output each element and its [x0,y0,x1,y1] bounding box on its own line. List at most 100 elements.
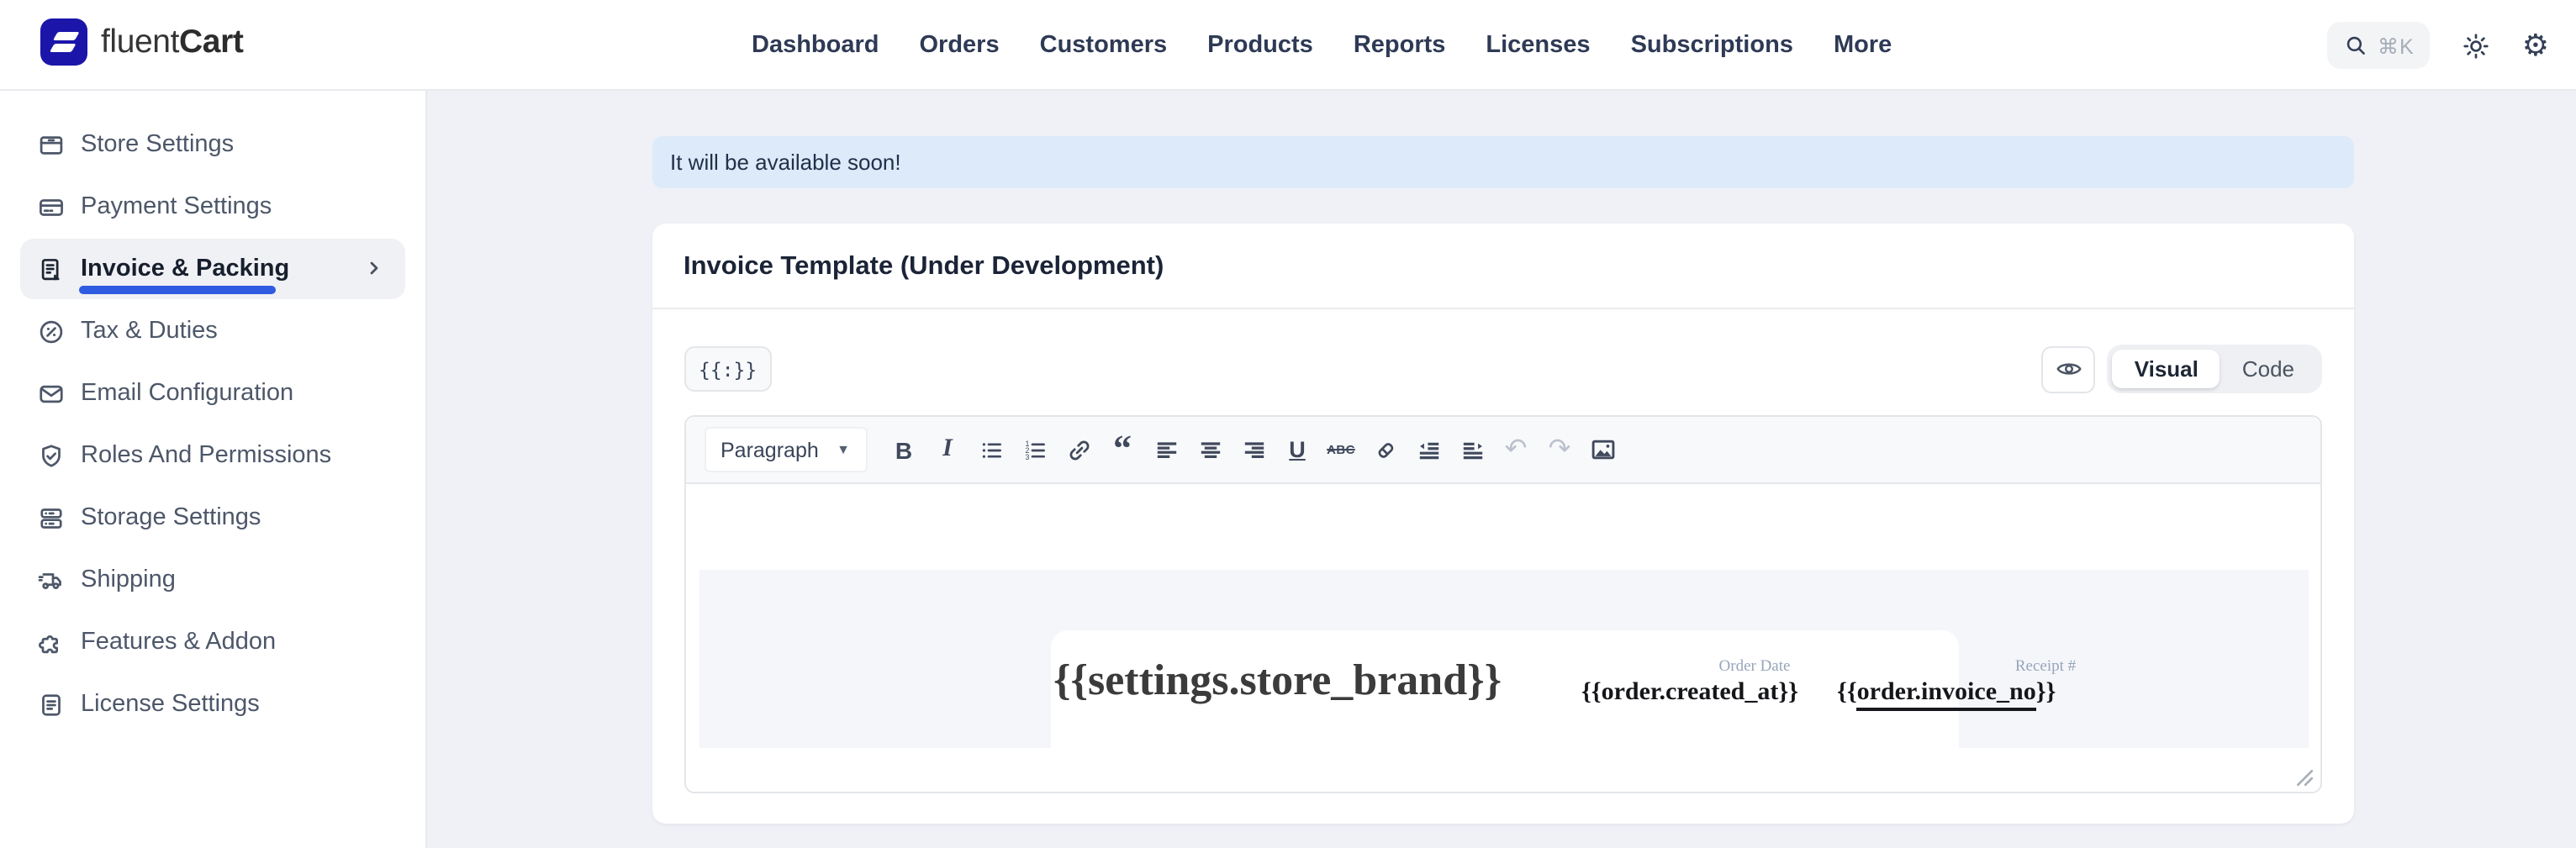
sidebar-item-payment-settings[interactable]: Payment Settings [20,176,405,237]
outdent-button[interactable] [1407,427,1450,472]
nav-item-products[interactable]: Products [1207,32,1313,59]
invoice-number-underlined: order.invoice_no [1857,679,2036,710]
align-left-icon [1153,436,1180,463]
order-date-placeholder: {{order.created_at}} [1546,679,1798,708]
strikethrough-button[interactable]: ABC [1319,427,1363,472]
store-brand-placeholder: {{settings.store_brand}} [1053,656,1502,706]
bullet-list-button[interactable] [969,427,1013,472]
theme-toggle-button[interactable] [2462,31,2490,60]
resize-handle[interactable] [2294,768,2313,787]
sidebar-item-label: Shipping [81,566,176,593]
sidebar-item-storage-settings[interactable]: Storage Settings [20,487,405,548]
align-left-button[interactable] [1144,427,1188,472]
indent-button[interactable] [1450,427,1494,472]
underline-icon: U [1289,437,1306,462]
chevron-right-icon [362,255,387,281]
settings-button[interactable]: ⚙ [2522,30,2549,61]
invoice-number-prefix: {{ [1837,679,1857,706]
brand-name-regular: fluent [101,23,179,60]
svg-text:3: 3 [1025,452,1029,461]
editor-canvas[interactable]: {{settings.store_brand}} Order Date {{or… [685,484,2320,792]
percent-circle-icon [37,317,66,345]
nav-item-reports[interactable]: Reports [1354,32,1446,59]
outdent-icon [1415,436,1442,463]
sidebar-item-features-addon[interactable]: Features & Addon [20,612,405,672]
search-icon [2342,32,2369,59]
gear-icon: ⚙ [2522,30,2549,61]
sidebar-item-roles-permissions[interactable]: Roles And Permissions [20,425,405,486]
brand-logo[interactable]: fluentCart [40,18,243,66]
sidebar-item-license-settings[interactable]: License Settings [20,674,405,735]
editor-view-tools: Visual Code [2042,345,2321,393]
template-editor: Paragraph ▼ B I 123 [684,415,2321,793]
preview-button[interactable] [2042,345,2096,392]
brand-name: fluentCart [101,23,243,61]
shortcode-picker-button[interactable]: {{:}} [684,346,772,392]
nav-item-orders[interactable]: Orders [920,32,1000,59]
clear-formatting-button[interactable] [1363,427,1407,472]
sidebar-item-tax-duties[interactable]: Tax & Duties [20,301,405,361]
eye-icon [2055,355,2083,383]
invoice-number-placeholder: {{order.invoice_no}} [1837,679,2056,708]
align-right-button[interactable] [1232,427,1275,472]
sidebar-item-label: Storage Settings [81,504,261,531]
insert-image-button[interactable] [1581,427,1625,472]
sidebar-item-label: Email Configuration [81,380,293,407]
top-bar: fluentCart Dashboard Orders Customers Pr… [0,0,2576,91]
truck-icon [37,566,66,594]
link-button[interactable] [1057,427,1101,472]
paragraph-style-value: Paragraph [721,438,819,461]
sidebar-item-store-settings[interactable]: Store Settings [20,114,405,175]
note-icon [37,690,66,719]
top-actions: ⌘K ⚙ [2327,0,2549,91]
card-header: Invoice Template (Under Development) [652,224,2353,309]
active-item-underline [79,286,276,294]
italic-button[interactable]: I [926,427,969,472]
bullet-list-icon [978,436,1005,463]
receipt-number-label: Receipt # [1945,659,2146,676]
store-icon [37,130,66,159]
info-banner: It will be available soon! [652,136,2353,188]
sidebar-item-shipping[interactable]: Shipping [20,550,405,610]
mail-icon [37,379,66,408]
underline-button[interactable]: U [1275,427,1319,472]
page-title: Invoice Template (Under Development) [684,252,2321,282]
search-shortcut-label: ⌘K [2378,33,2415,58]
top-nav: Dashboard Orders Customers Products Repo… [752,0,1892,91]
main-content: It will be available soon! Invoice Templ… [429,91,2576,848]
puzzle-icon [37,628,66,656]
blockquote-button[interactable]: “ [1101,427,1144,472]
sidebar-item-invoice-packing[interactable]: Invoice & Packing [20,239,405,299]
redo-icon: ↷ [1549,436,1571,463]
sidebar-item-label: Invoice & Packing [81,255,289,282]
card-body: {{:}} Visual Code [652,309,2353,824]
order-date-label: Order Date [1654,659,1855,676]
visual-code-toggle: Visual Code [2108,345,2321,393]
tab-code[interactable]: Code [2220,350,2316,388]
undo-button[interactable]: ↶ [1494,427,1538,472]
sidebar-item-email-configuration[interactable]: Email Configuration [20,363,405,424]
numbered-list-button[interactable]: 123 [1013,427,1057,472]
app-root: fluentCart Dashboard Orders Customers Pr… [0,0,2576,848]
nav-item-subscriptions[interactable]: Subscriptions [1631,32,1793,59]
brand-name-bold: Cart [179,23,243,60]
nav-item-customers[interactable]: Customers [1040,32,1168,59]
invoice-icon [37,255,66,283]
search-button[interactable]: ⌘K [2327,22,2430,69]
nav-item-dashboard[interactable]: Dashboard [752,32,879,59]
nav-item-licenses[interactable]: Licenses [1486,32,1590,59]
sidebar-item-label: Features & Addon [81,629,276,656]
align-center-icon [1196,436,1223,463]
align-right-icon [1240,436,1267,463]
align-center-button[interactable] [1188,427,1232,472]
indent-icon [1459,436,1486,463]
tab-visual[interactable]: Visual [2113,350,2220,388]
bold-button[interactable]: B [882,427,926,472]
sun-icon [2462,31,2490,60]
numbered-list-icon: 123 [1021,436,1048,463]
chevron-down-icon: ▼ [837,442,850,457]
redo-button[interactable]: ↷ [1538,427,1581,472]
paragraph-style-dropdown[interactable]: Paragraph ▼ [704,427,867,472]
invoice-template-card: Invoice Template (Under Development) {{:… [652,224,2353,824]
nav-item-more[interactable]: More [1834,32,1892,59]
